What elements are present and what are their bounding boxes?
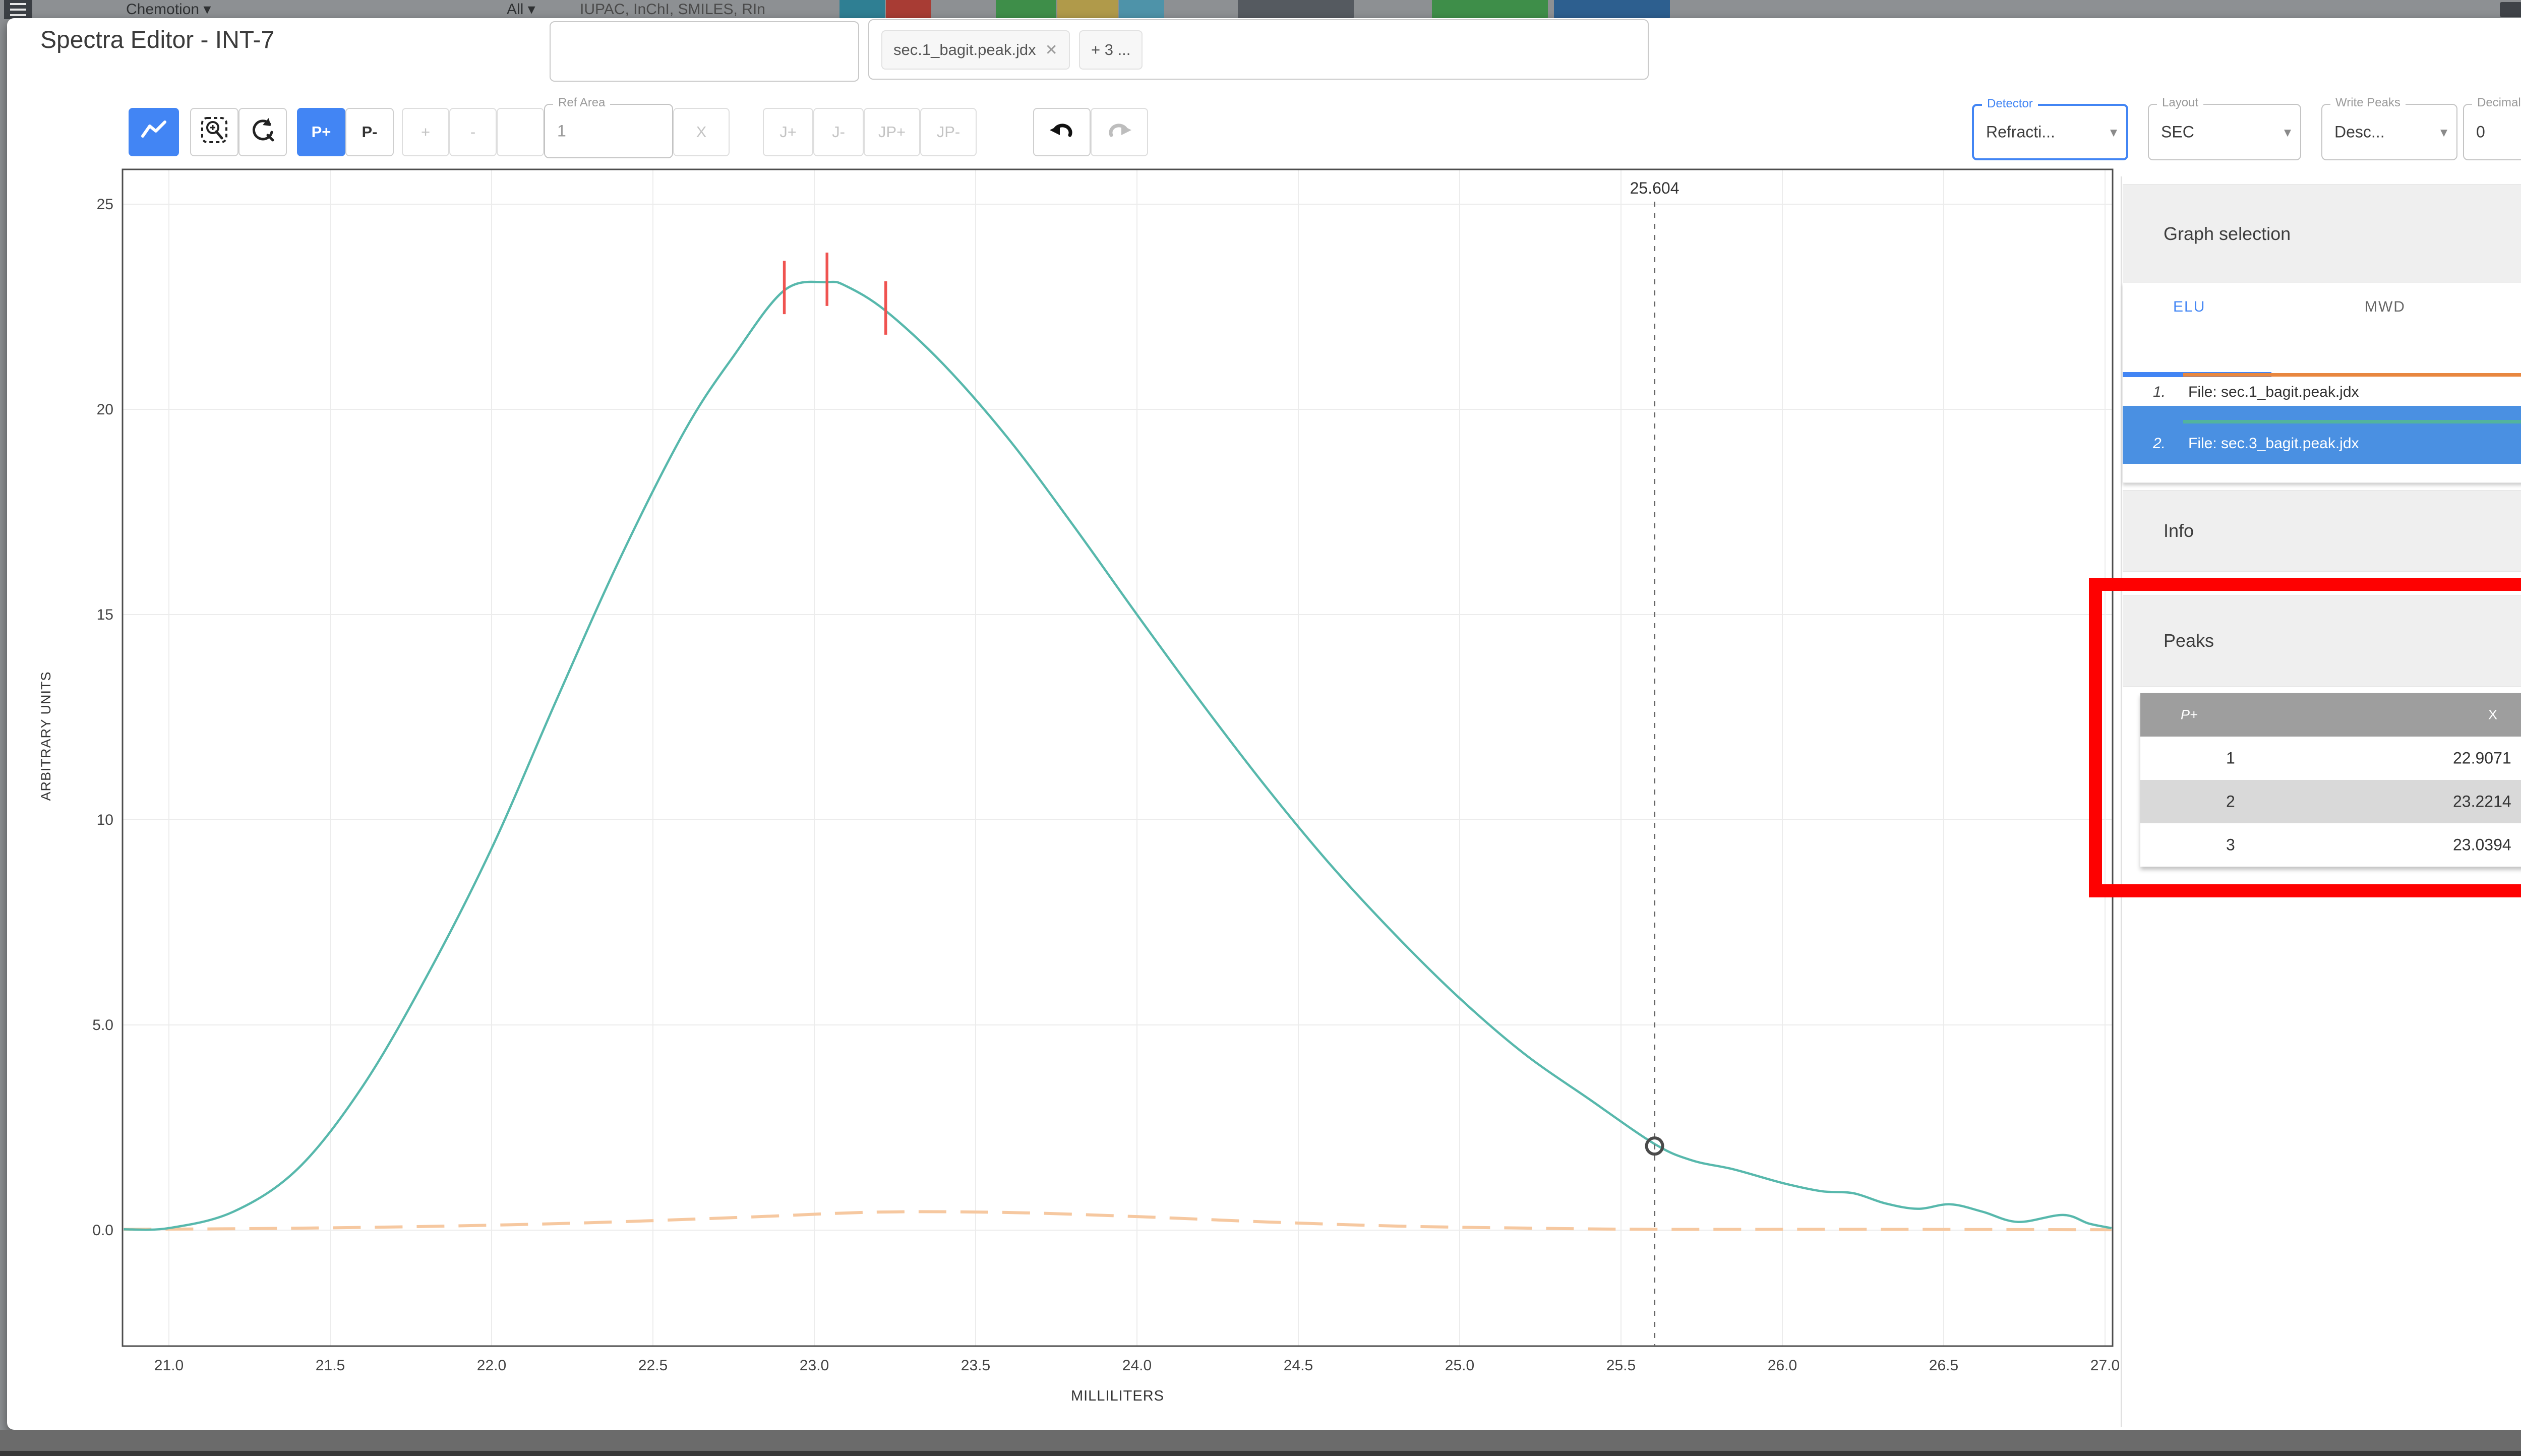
peaks-table: P+XY-122.90712.29e+1×223.22142.24e+1×323… (2140, 693, 2521, 867)
x-tick-label: 25.0 (1445, 1357, 1474, 1374)
x-tick-label: 22.5 (638, 1357, 668, 1374)
graph-file-item[interactable]: 1. File: sec.1_bagit.peak.jdx (2123, 371, 2521, 406)
info-header[interactable]: Info (2123, 490, 2521, 572)
peak-index: 1 (2226, 749, 2235, 767)
file-index: 1. (2153, 384, 2166, 400)
grid-menu-icon[interactable] (2500, 2, 2521, 17)
cursor-label: 25.604 (1630, 179, 1679, 197)
chevron-down-icon: ▾ (2284, 124, 2291, 140)
tab-elu[interactable]: ELU (2173, 298, 2205, 316)
x-axis-title: MILLILITERS (1071, 1388, 1164, 1404)
select-decimal[interactable]: Decimal0▾ (2463, 96, 2521, 160)
y-tick-label: 10 (97, 812, 113, 828)
tab-mwd[interactable]: MWD (2365, 298, 2406, 316)
x-tick-label: 23.0 (800, 1357, 829, 1374)
y-tick-label: 20 (97, 401, 113, 418)
select-label: Decimal (2472, 96, 2521, 110)
file-index: 2. (2153, 435, 2166, 452)
select-layout[interactable]: Layout SEC ▾ (2148, 96, 2301, 160)
series-color-line (2183, 420, 2521, 423)
peaks-title: Peaks (2164, 630, 2214, 651)
file-label: File: sec.1_bagit.peak.jdx (2188, 384, 2359, 400)
x-tick-label: 24.5 (1284, 1357, 1313, 1374)
select-label: Layout (2157, 96, 2204, 110)
x-tick-label: 21.0 (154, 1357, 184, 1374)
x-tick-label: 26.0 (1768, 1357, 1797, 1374)
sidebar-divider (2121, 176, 2122, 1427)
x-tick-label: 21.5 (316, 1357, 345, 1374)
peak-index: 3 (2226, 835, 2235, 854)
peak-row[interactable]: 223.22142.24e+1× (2140, 780, 2521, 823)
col-p-plus: P+ (2181, 707, 2198, 722)
peak-x-value: 22.9071 (2453, 749, 2511, 767)
chevron-down-icon: ▾ (2440, 124, 2447, 140)
y-axis-title: ARBITRARY UNITS (38, 671, 53, 801)
y-tick-label: 5.0 (92, 1017, 113, 1034)
peak-x-value: 23.0394 (2453, 835, 2511, 854)
info-title: Info (2164, 520, 2194, 541)
page-bottom-edge (0, 1451, 2521, 1456)
peak-index: 2 (2226, 792, 2235, 811)
select-write-peaks[interactable]: Write Peaks Desc... ▾ (2321, 96, 2457, 160)
peak-x-value: 23.2214 (2453, 792, 2511, 811)
x-tick-label: 23.5 (961, 1357, 990, 1374)
graph-file-item[interactable]: 2. File: sec.3_bagit.peak.jdx (2123, 406, 2521, 464)
graph-selection-header[interactable]: Graph selection (2123, 184, 2521, 284)
y-tick-label: 15 (97, 606, 113, 623)
chart-svg[interactable]: 25.604 21.0 21.5 22.0 22.5 23.0 23.5 24.0 24.5 25… (0, 0, 2143, 1437)
x-tick-label: 27.0 (2090, 1357, 2120, 1374)
graph-selection-title: Graph selection (2164, 223, 2291, 244)
y-tick-label: 25 (97, 196, 113, 213)
select-value: SEC (2161, 123, 2194, 141)
spectrum-chart[interactable]: 25.604 21.0 21.5 22.0 22.5 23.0 23.5 24.0 24.5 25… (0, 0, 2143, 1439)
x-tick-label: 24.0 (1122, 1357, 1152, 1374)
plot-frame (122, 168, 2114, 1347)
peaks-header[interactable]: Peaks (2123, 595, 2521, 687)
series-selected (124, 280, 2112, 1231)
select-label: Write Peaks (2330, 96, 2406, 110)
y-tick-label: 0.0 (92, 1222, 113, 1239)
select-value: Desc... (2334, 123, 2385, 141)
series-color-line (2183, 373, 2521, 377)
file-label: File: sec.3_bagit.peak.jdx (2188, 435, 2359, 452)
series-reference (124, 1210, 2112, 1232)
x-tick-label: 26.5 (1929, 1357, 1958, 1374)
select-value: 0 (2476, 123, 2485, 141)
spectra-editor-app: Chemotion ▾ All ▾ IUPAC, InChI, SMILES, … (0, 0, 2521, 1456)
col-x: X (2488, 707, 2498, 722)
peaks-table-header: P+XY- (2140, 693, 2521, 737)
x-tick-label: 25.5 (1606, 1357, 1636, 1374)
x-tick-label: 22.0 (477, 1357, 506, 1374)
peak-row[interactable]: 323.03942.31e+1× (2140, 823, 2521, 867)
peak-row[interactable]: 122.90712.29e+1× (2140, 737, 2521, 780)
